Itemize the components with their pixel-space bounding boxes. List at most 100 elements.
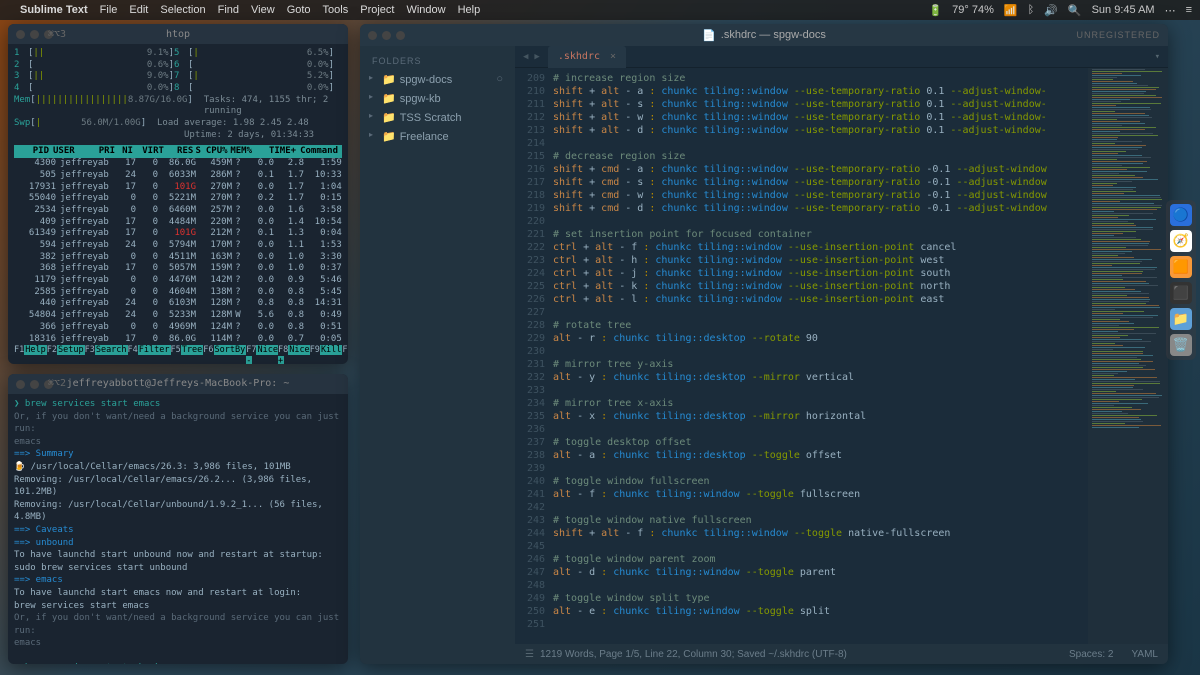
editor[interactable]: 2092102112122132142152162172182192202212… — [515, 68, 1168, 644]
traffic-min-icon[interactable] — [30, 380, 39, 389]
dock: 🔵 🧭 🟧 ⬛ 📁 🗑️ — [1166, 200, 1196, 360]
menu-window[interactable]: Window — [406, 4, 445, 16]
traffic-close-icon[interactable] — [16, 380, 25, 389]
code-line: # mirror tree x-axis — [553, 397, 1088, 410]
load-text: Load average: 1.98 2.45 2.48 — [157, 118, 309, 130]
process-row[interactable]: 368jeffreyab1705057M159M?0.01.00:37.05/S… — [14, 263, 342, 275]
term-line: To have launchd start emacs now and rest… — [14, 587, 342, 600]
menu-selection[interactable]: Selection — [160, 4, 205, 16]
menu-goto[interactable]: Goto — [287, 4, 311, 16]
dock-app-icon[interactable]: 📁 — [1170, 308, 1192, 330]
term-line: emacs — [14, 436, 342, 449]
menu-view[interactable]: View — [251, 4, 275, 16]
code-area[interactable]: # increase region sizeshift + alt - a : … — [553, 68, 1088, 644]
menu-edit[interactable]: Edit — [129, 4, 148, 16]
swp-label: Swp — [14, 118, 30, 130]
process-row[interactable]: 2585jeffreyab004604M138M?0.00.85:45.05/S… — [14, 287, 342, 299]
process-row[interactable]: 61349jeffreyab170101G212M?0.11.30:04.89/… — [14, 228, 342, 240]
process-row[interactable]: 382jeffreyab004511M163M?0.01.03:30.35/Sy… — [14, 252, 342, 264]
code-line: ctrl + alt - h : chunkc tiling::window -… — [553, 254, 1088, 267]
menu-find[interactable]: Find — [218, 4, 239, 16]
terminal-window: ⌘⌥2 jeffreyabbott@Jeffreys-MacBook-Pro: … — [8, 374, 348, 664]
bluetooth-icon[interactable]: ᛒ — [1028, 4, 1035, 16]
process-row[interactable]: 17931jeffreyab170101G270M?0.01.71:04.68/… — [14, 182, 342, 194]
term-line: ❯ brew services start chunkwm — [14, 662, 342, 664]
folder-icon: 📁 — [382, 93, 396, 105]
menu-project[interactable]: Project — [360, 4, 394, 16]
sidebar-item[interactable]: 📁spgw-kb — [360, 89, 515, 108]
traffic-close-icon[interactable] — [368, 31, 377, 40]
htop-window: ⌘⌥3 htop 1[||9.1%]5[|6.5%]2[0.6%]6[0.0%]… — [8, 24, 348, 364]
sidebar-item[interactable]: 📁Freelance — [360, 127, 515, 146]
code-line — [553, 137, 1088, 150]
menu-file[interactable]: File — [100, 4, 118, 16]
process-row[interactable]: 2534jeffreyab006460M257M?0.01.63:58.35/A… — [14, 205, 342, 217]
tab-overflow-icon[interactable]: ▾ — [1155, 52, 1160, 62]
code-line: alt - r : chunkc tiling::desktop --rotat… — [553, 332, 1088, 345]
htop-title: htop — [166, 28, 190, 41]
clock[interactable]: Sun 9:45 AM — [1092, 4, 1155, 16]
code-line: shift + alt - d : chunkc tiling::window … — [553, 124, 1088, 137]
code-line — [553, 579, 1088, 592]
notifications-icon[interactable]: ≡ — [1186, 4, 1192, 16]
tab-skhdrc[interactable]: .skhdrc× — [548, 46, 626, 68]
process-row[interactable]: 505jeffreyab2406033M286M?0.11.710:33.24/… — [14, 170, 342, 182]
term-line: emacs — [14, 637, 342, 650]
control-center-icon[interactable]: ⋯ — [1165, 4, 1176, 17]
status-spaces[interactable]: Spaces: 2 — [1069, 649, 1113, 660]
status-syntax[interactable]: YAML — [1132, 649, 1159, 660]
process-header[interactable]: PIDUSERPRINIVIRTRESSCPU%MEM%TIME+Command — [14, 145, 342, 159]
minimap[interactable] — [1088, 68, 1168, 644]
search-icon[interactable]: 🔍 — [1068, 4, 1082, 17]
menubar-app[interactable]: Sublime Text — [20, 4, 88, 16]
process-row[interactable]: 55040jeffreyab005221M270M?0.21.70:15.80/… — [14, 193, 342, 205]
code-line: # toggle window native fullscreen — [553, 514, 1088, 527]
temp-indicator: 79° 74% — [952, 4, 994, 16]
terminal-body[interactable]: ❯ brew services start emacsOr, if you do… — [8, 394, 348, 664]
traffic-max-icon[interactable] — [396, 31, 405, 40]
code-line: # toggle window fullscreen — [553, 475, 1088, 488]
dock-app-icon[interactable]: 🔵 — [1170, 204, 1192, 226]
term-titlebar[interactable]: ⌘⌥2 jeffreyabbott@Jeffreys-MacBook-Pro: … — [8, 374, 348, 394]
code-line: alt - f : chunkc tiling::window --toggle… — [553, 488, 1088, 501]
dock-app-icon[interactable]: 🧭 — [1170, 230, 1192, 252]
process-row[interactable]: 54804jeffreyab2405233M128MW5.60.80:49.57… — [14, 310, 342, 322]
menubar: Sublime Text File Edit Selection Find View Go… — [0, 0, 1200, 20]
process-row[interactable]: 18316jeffreyab17086.0G114M?0.00.70:05.10… — [14, 334, 342, 346]
volume-icon[interactable]: 🔊 — [1044, 4, 1058, 17]
traffic-close-icon[interactable] — [16, 30, 25, 39]
close-icon[interactable]: × — [610, 51, 616, 62]
nav-fwd-icon[interactable]: ▶ — [534, 52, 539, 62]
process-row[interactable]: 366jeffreyab004969M124M?0.00.80:51.34/Sy… — [14, 322, 342, 334]
process-row[interactable]: 594jeffreyab2405794M170M?0.01.11:53.71/A… — [14, 240, 342, 252]
code-line: ctrl + alt - f : chunkc tiling::window -… — [553, 241, 1088, 254]
process-row[interactable]: 409jeffreyab1704484M220M?0.01.410:54.83/… — [14, 217, 342, 229]
nav-back-icon[interactable]: ◀ — [523, 52, 528, 62]
status-menu-icon[interactable]: ☰ — [525, 649, 534, 660]
sidebar-item[interactable]: 📁spgw-docs○ — [360, 70, 515, 89]
htop-titlebar[interactable]: ⌘⌥3 htop — [8, 24, 348, 44]
wifi-icon[interactable]: 📶 — [1004, 4, 1018, 17]
menu-tools[interactable]: Tools — [323, 4, 349, 16]
traffic-min-icon[interactable] — [30, 30, 39, 39]
traffic-min-icon[interactable] — [382, 31, 391, 40]
subl-titlebar[interactable]: 📄 .skhdrc — spgw-docs UNREGISTERED — [360, 24, 1168, 46]
process-row[interactable]: 440jeffreyab2406103M128M?0.80.814:31.24/… — [14, 298, 342, 310]
dock-app-icon[interactable]: 🟧 — [1170, 256, 1192, 278]
term-title: jeffreyabbott@Jeffreys-MacBook-Pro: ~ — [67, 377, 290, 391]
process-row[interactable]: 4300jeffreyab17086.0G459M?0.02.81:59.83/… — [14, 158, 342, 170]
code-line: # decrease region size — [553, 150, 1088, 163]
battery-icon[interactable]: 🔋 — [928, 4, 942, 17]
code-line: alt - e : chunkc tiling::window --toggle… — [553, 605, 1088, 618]
htop-fkey-bar[interactable]: F1HelpF2SetupF3SearchF4FilterF5TreeF6Sor… — [14, 345, 342, 364]
code-line — [553, 501, 1088, 514]
cpu-meter: 8[0.0%] — [174, 83, 334, 95]
process-row[interactable]: 1179jeffreyab004476M142M?0.00.95:46.78/S… — [14, 275, 342, 287]
dock-app-icon[interactable]: ⬛ — [1170, 282, 1192, 304]
dock-app-icon[interactable]: 🗑️ — [1170, 334, 1192, 356]
term-line: brew services start emacs — [14, 600, 342, 613]
sidebar-item[interactable]: 📁TSS Scratch — [360, 108, 515, 127]
menu-help[interactable]: Help — [458, 4, 481, 16]
term-line: 🍺 /usr/local/Cellar/emacs/26.3: 3,986 fi… — [14, 461, 342, 474]
cpu-meter: 2[0.6%] — [14, 60, 174, 72]
